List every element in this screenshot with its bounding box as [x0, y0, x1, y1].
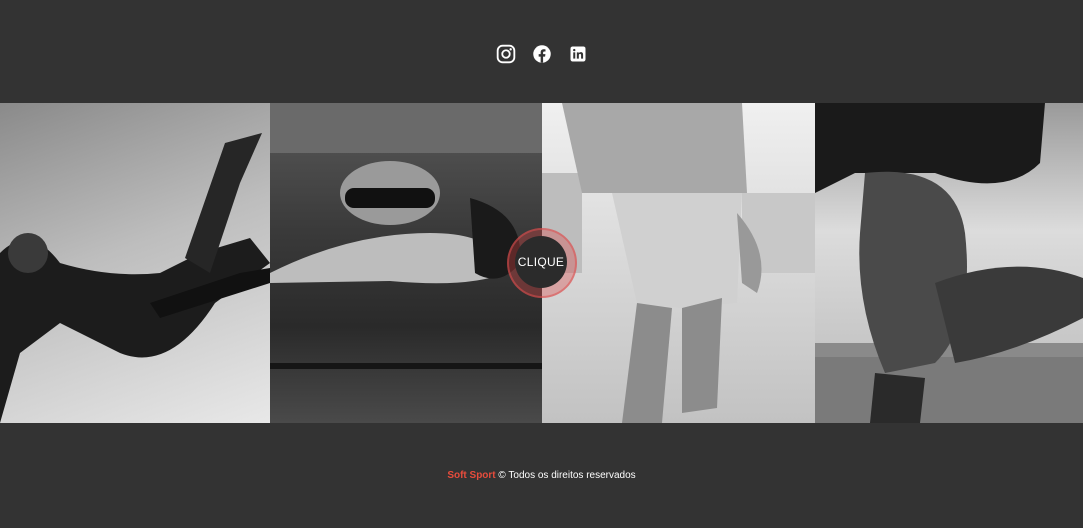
facebook-icon: [532, 45, 551, 63]
social-links: [0, 44, 1083, 64]
facebook-link[interactable]: [532, 44, 552, 64]
cta-wrapper: CLIQUE: [507, 228, 577, 298]
linkedin-icon: [570, 46, 585, 62]
footer-copyright: © Todos os direitos reservados: [498, 470, 636, 481]
gallery-image-swimming[interactable]: [270, 103, 542, 423]
gallery-image-soccer[interactable]: [0, 103, 270, 423]
gallery-image-basketball[interactable]: [542, 103, 815, 423]
instagram-link[interactable]: [496, 44, 516, 64]
footer: Soft Sport © Todos os direitos reservado…: [0, 470, 1083, 481]
gallery-image-running[interactable]: [815, 103, 1083, 423]
linkedin-link[interactable]: [568, 44, 588, 64]
instagram-icon: [496, 44, 515, 64]
footer-brand[interactable]: Soft Sport: [447, 470, 495, 481]
clique-button[interactable]: CLIQUE: [515, 236, 567, 288]
